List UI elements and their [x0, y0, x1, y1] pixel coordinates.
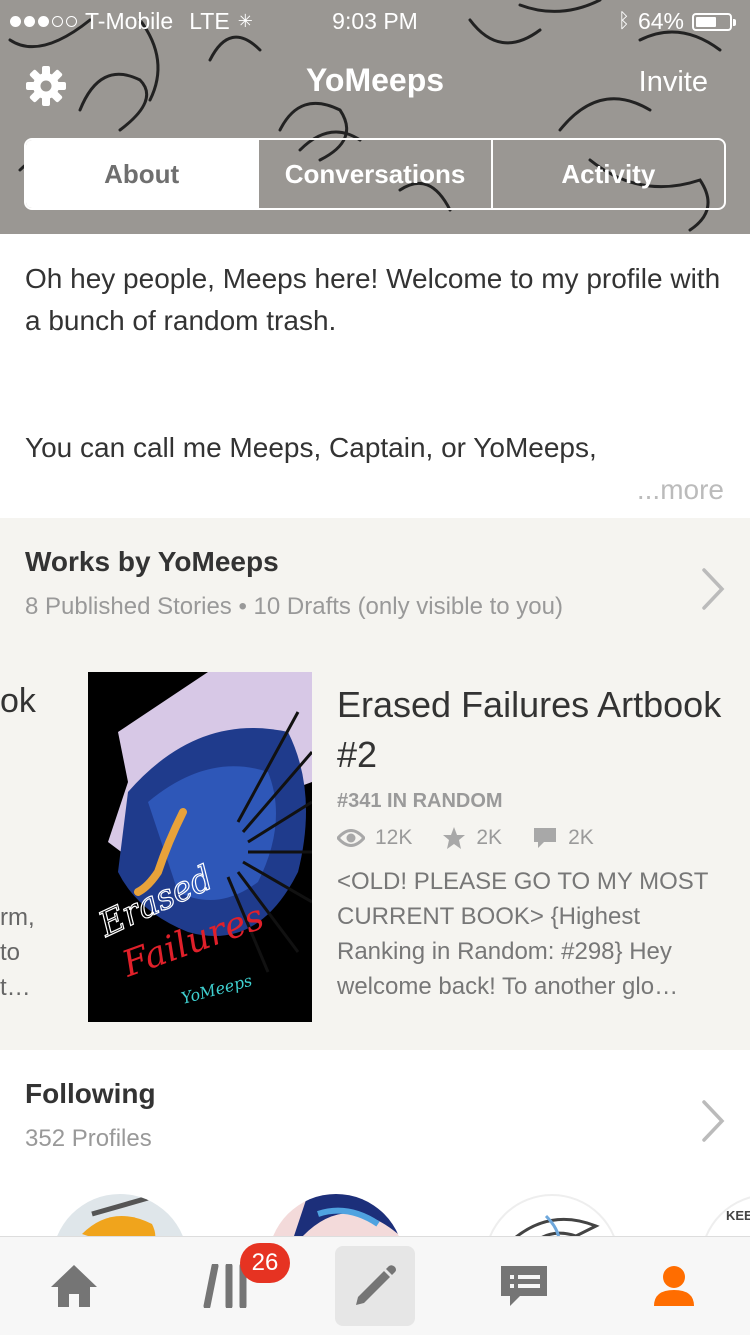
works-subtitle: 8 Published Stories • 10 Drafts (only vi…: [25, 593, 563, 620]
previous-book-desc-peek-3: t…: [0, 974, 31, 1001]
messages-icon: [501, 1266, 547, 1306]
notification-badge: 26: [240, 1243, 290, 1283]
avatar[interactable]: [484, 1194, 620, 1236]
battery-percent: 64%: [637, 8, 684, 34]
tab-profile[interactable]: [634, 1237, 714, 1335]
following-section: Following 352 Profiles KEE: [0, 1050, 750, 1236]
about-text-line-2: You can call me Meeps, Captain, or YoMee…: [25, 432, 597, 463]
tab-activity[interactable]: Activity: [490, 140, 724, 208]
write-icon: [356, 1265, 396, 1305]
page-title: YoMeeps: [305, 62, 445, 98]
tab-messages[interactable]: [484, 1237, 564, 1335]
book-description: <OLD! PLEASE GO TO MY MOST CURRENT BOOK>…: [337, 868, 709, 1000]
tab-conversations[interactable]: Conversations: [257, 140, 490, 208]
bottom-tab-bar: 26: [0, 1236, 750, 1335]
book-cover-art: Erased Failures YoMeeps: [88, 672, 312, 1022]
more-link[interactable]: ...more: [637, 474, 724, 506]
battery-icon: [692, 12, 736, 31]
following-count: 352 Profiles: [25, 1125, 152, 1152]
comment-icon: [534, 828, 557, 848]
eye-icon: [337, 829, 365, 847]
comments-count: 2K: [568, 826, 594, 849]
about-section: Oh hey people, Meeps here! Welcome to my…: [0, 234, 750, 518]
chevron-right-icon[interactable]: [700, 566, 726, 612]
invite-button[interactable]: Invite: [639, 66, 708, 99]
works-section: Works by YoMeeps 8 Published Stories • 1…: [0, 518, 750, 1050]
profile-tabs: About Conversations Activity: [24, 138, 726, 210]
avatar-label: KEE: [726, 1208, 750, 1223]
book-cover[interactable]: Erased Failures YoMeeps: [88, 672, 312, 1022]
reads-count: 12K: [375, 826, 413, 849]
book-title[interactable]: Erased Failures Artbook #2: [337, 680, 737, 780]
previous-book-title-peek[interactable]: ok: [0, 682, 36, 721]
previous-book-desc-peek-1: rm,: [0, 904, 35, 931]
works-title[interactable]: Works by YoMeeps: [25, 546, 279, 578]
nav-bar: YoMeeps Invite: [0, 52, 750, 112]
book-stats: 12K 2K 2K: [337, 826, 624, 850]
chevron-right-icon[interactable]: [700, 1098, 726, 1144]
votes-count: 2K: [476, 826, 503, 849]
avatar[interactable]: [52, 1194, 188, 1236]
bluetooth-icon: ᛒ: [617, 10, 630, 32]
about-text-line-1: Oh hey people, Meeps here! Welcome to my…: [25, 263, 721, 336]
star-icon: [443, 827, 466, 849]
avatar[interactable]: [268, 1194, 404, 1236]
profile-icon: [654, 1266, 694, 1306]
previous-book-desc-peek-2: to: [0, 939, 21, 966]
home-icon: [51, 1265, 97, 1307]
tab-write[interactable]: [335, 1237, 415, 1335]
tab-home[interactable]: [34, 1237, 114, 1335]
following-title[interactable]: Following: [25, 1078, 156, 1110]
status-bar: T-Mobile LTE ✳ 9:03 PM ᛒ 64%: [0, 0, 750, 40]
book-rank: #341 IN RANDOM: [337, 790, 503, 812]
profile-header: T-Mobile LTE ✳ 9:03 PM ᛒ 64% YoMeeps Inv…: [0, 0, 750, 234]
tab-about[interactable]: About: [26, 140, 258, 208]
avatar[interactable]: KEE: [700, 1194, 750, 1236]
